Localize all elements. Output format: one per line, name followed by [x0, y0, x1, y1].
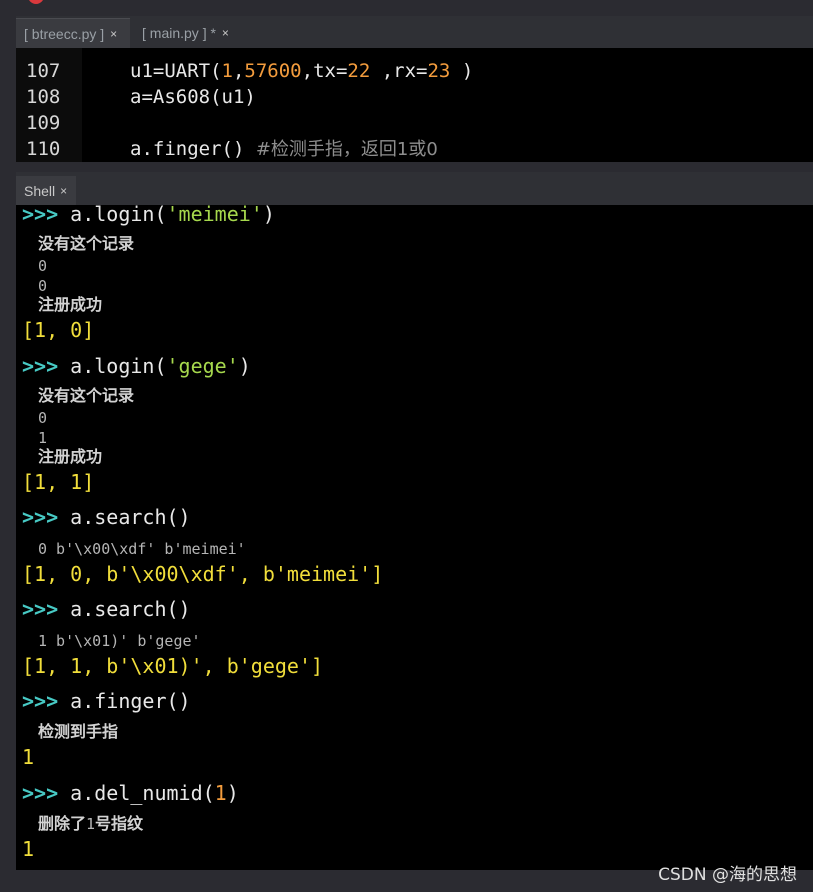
output-text: 删除了 — [38, 814, 87, 833]
command-number: 1 — [214, 781, 227, 805]
code-text: a.finger() — [130, 138, 256, 160]
code-text: ,tx= — [301, 60, 348, 82]
code-number: 1 — [221, 60, 233, 82]
code-number: 57600 — [244, 60, 302, 82]
shell-output: 注册成功 — [38, 295, 103, 314]
shell-output: 没有这个记录 — [38, 234, 135, 253]
prompt-symbol: >>> — [22, 689, 59, 713]
command-text: a.search() — [58, 505, 191, 529]
command-text: a.login( — [58, 354, 167, 378]
tab-btreecc[interactable]: [ btreecc.py ] × — [16, 18, 130, 48]
command-text: ) — [238, 354, 251, 378]
shell-output: 0 — [38, 257, 48, 275]
watermark: CSDN @海的思想 — [658, 865, 797, 885]
tab-label: [ btreecc.py ] — [24, 25, 105, 42]
shell-output: 检测到手指 — [38, 722, 119, 741]
command-text: a.login( — [58, 205, 167, 226]
shell-result: [1, 0, b'\x00\xdf', b'meimei'] — [22, 562, 384, 586]
code-line[interactable]: u1=UART(1,57600,tx=22 ,rx=23 ) — [130, 58, 473, 84]
shell-output: 1 b'\x01)' b'gege' — [38, 632, 201, 650]
shell-result: [1, 0] — [22, 318, 95, 342]
prompt-symbol: >>> — [22, 505, 59, 529]
shell-console[interactable]: >>> a.login('meimei') 没有这个记录 0 0 注册成功 [1… — [16, 205, 813, 870]
app-logo-icon — [28, 0, 44, 4]
tab-label: [ main.py ] * — [142, 25, 216, 41]
command-string: 'meimei' — [166, 205, 263, 226]
shell-output: 删除了1号指纹 — [38, 814, 143, 834]
output-text: 号指纹 — [95, 814, 144, 833]
shell-output: 注册成功 — [38, 447, 103, 466]
code-text: ) — [450, 60, 474, 82]
code-number: 23 — [427, 60, 451, 82]
shell-output: 没有这个记录 — [38, 386, 135, 405]
code-text: , — [232, 60, 245, 82]
shell-tab-bar: Shell × — [16, 172, 813, 205]
command-text: ) — [226, 781, 239, 805]
shell-output: 0 — [38, 409, 48, 427]
tab-main[interactable]: [ main.py ] * × — [134, 18, 238, 48]
line-number: 109 — [26, 112, 61, 134]
code-text: u1=UART( — [130, 60, 222, 82]
command-text: a.finger() — [58, 689, 191, 713]
shell-command: >>> a.finger() — [22, 689, 191, 713]
shell-output: 0 — [38, 277, 48, 295]
command-text: ) — [262, 205, 275, 226]
prompt-symbol: >>> — [22, 354, 59, 378]
code-text: ,rx= — [370, 60, 428, 82]
shell-result: 1 — [22, 837, 35, 861]
output-number: 1 — [86, 815, 96, 833]
window-top-strip — [0, 0, 813, 16]
close-icon[interactable]: × — [222, 26, 229, 40]
shell-output: 1 — [38, 429, 48, 447]
code-number: 22 — [347, 60, 371, 82]
close-icon[interactable]: × — [110, 27, 117, 41]
prompt-symbol: >>> — [22, 205, 59, 226]
shell-result: [1, 1] — [22, 470, 95, 494]
command-string: 'gege' — [166, 354, 239, 378]
prompt-symbol: >>> — [22, 597, 59, 621]
shell-command: >>> a.del_numid(1) — [22, 781, 239, 805]
line-number: 110 — [26, 138, 61, 160]
prompt-symbol: >>> — [22, 781, 59, 805]
code-line[interactable]: a.finger() #检测手指，返回1或0 — [130, 136, 438, 162]
shell-command: >>> a.search() — [22, 505, 191, 529]
line-number: 108 — [26, 86, 61, 108]
tab-shell[interactable]: Shell × — [16, 176, 76, 205]
command-text: a.search() — [58, 597, 191, 621]
close-icon[interactable]: × — [60, 184, 67, 198]
shell-command: >>> a.login('gege') — [22, 354, 251, 378]
pane-divider[interactable] — [16, 162, 813, 172]
code-editor[interactable]: 107 u1=UART(1,57600,tx=22 ,rx=23 ) 108 a… — [16, 48, 813, 162]
code-comment: #检测手指，返回1或0 — [255, 139, 438, 160]
tab-label: Shell — [24, 182, 56, 199]
shell-command: >>> a.search() — [22, 597, 191, 621]
code-line[interactable]: a=As608(u1) — [130, 84, 256, 110]
editor-tab-bar: [ btreecc.py ] × [ main.py ] * × — [16, 16, 813, 48]
shell-result: [1, 1, b'\x01)', b'gege'] — [22, 654, 324, 678]
shell-command: >>> a.login('meimei') — [22, 205, 275, 226]
command-text: a.del_numid( — [58, 781, 215, 805]
shell-result: 1 — [22, 745, 35, 769]
line-number: 107 — [26, 60, 61, 82]
shell-output: 0 b'\x00\xdf' b'meimei' — [38, 540, 246, 558]
